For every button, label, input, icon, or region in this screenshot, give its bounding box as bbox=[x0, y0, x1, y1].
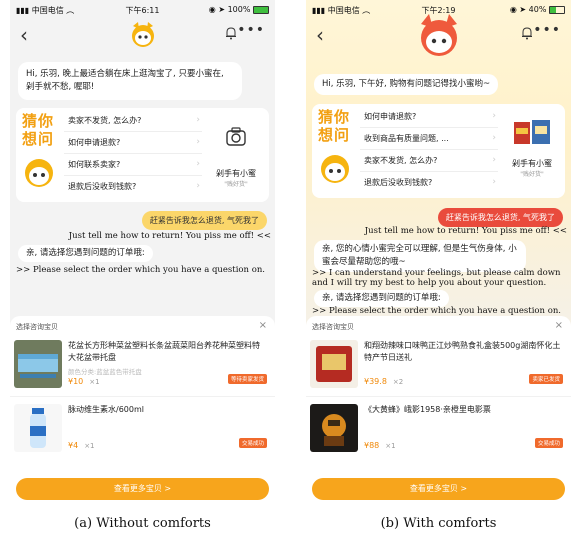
snack-gift-image bbox=[514, 120, 550, 144]
product-row[interactable]: 脉动维生素水/600ml ¥4 ×1 交易成功 bbox=[10, 400, 275, 456]
guess-card: 猜你想问 如何申请退款? › 收到商品有质量问题, ... › 卖家不发货, 怎么办… bbox=[312, 104, 565, 198]
product-row[interactable]: 花盆长方形种菜盆塑料长条盆蔬菜阳台养花种菜塑料特大花盆带托盘 颜色分类:蓝盆蓝色… bbox=[10, 336, 275, 392]
status-badge: 等待卖家发货 bbox=[227, 374, 267, 384]
status-badge: 交易成功 bbox=[238, 438, 267, 448]
bot-reply-bubble: 亲, 请选择您遇到问题的订单哦: bbox=[314, 290, 449, 307]
sheet-title: 选择咨询宝贝 bbox=[16, 323, 58, 331]
nav-bar: ‹ ••• bbox=[306, 14, 571, 56]
comfort-translation-line-1: >> I can understand your feelings, but p… bbox=[312, 268, 561, 278]
question-item[interactable]: 收到商品有质量问题, ... › bbox=[360, 128, 498, 150]
product-qty: ×2 bbox=[392, 378, 404, 386]
arrow-icon: › bbox=[492, 133, 496, 143]
product-name: 脉动维生素水/600ml bbox=[68, 405, 144, 414]
phone-screen-with-comforts: ▮▮▮ 中国电信 ︵ 下午2:19 ◉ ➤ 40% ‹ ••• Hi, 乐羽, … bbox=[306, 0, 571, 510]
arrow-icon: › bbox=[492, 111, 496, 121]
guess-title: 猜你想问 bbox=[22, 112, 55, 148]
user-message-bubble: 赶紧告诉我怎么退货, 气死我了 bbox=[437, 208, 563, 227]
bot-reply-bubble: 亲, 请选择您遇到问题的订单哦: bbox=[18, 245, 153, 262]
battery-icon bbox=[549, 5, 565, 14]
promo-label: 剁手有小蜜 bbox=[216, 169, 256, 178]
arrow-icon: › bbox=[492, 155, 496, 165]
battery-indicator: ◉ ➤ 100% bbox=[209, 5, 269, 14]
user-message-translation: Just tell me how to return! You piss me … bbox=[364, 226, 567, 236]
view-more-products-button[interactable]: 查看更多宝贝 > bbox=[312, 478, 565, 500]
product-name: 《大黄蜂》峨影1958·亲橙里电影票 bbox=[364, 405, 491, 414]
bell-icon[interactable] bbox=[225, 26, 237, 40]
back-icon[interactable]: ‹ bbox=[316, 23, 324, 47]
product-price: ¥39.8 ×2 bbox=[364, 377, 404, 386]
divider bbox=[10, 396, 275, 397]
question-item[interactable]: 退款后没收到钱款? › bbox=[360, 172, 498, 193]
bell-icon[interactable] bbox=[521, 26, 533, 40]
product-name: 和翔劲辣味口味鸭正江炒鸭熟食礼盒装500g湖南怀化土特产节日送礼 bbox=[364, 341, 561, 362]
question-item[interactable]: 如何申请退款? › bbox=[360, 106, 498, 128]
bot-reply-translation: >> Please select the order which you hav… bbox=[16, 265, 266, 275]
comfort-translation-line-2: and I will try my best to help you about… bbox=[312, 278, 547, 288]
product-row[interactable]: 和翔劲辣味口味鸭正江炒鸭熟食礼盒装500g湖南怀化土特产节日送礼 ¥39.8 ×2… bbox=[306, 336, 571, 392]
battery-icon bbox=[253, 5, 269, 14]
promo-label: 剁手有小蜜 bbox=[512, 159, 552, 168]
question-list: 卖家不发货, 怎么办? › 如何申请退款? › 如何联系卖家? › 退款后没收到钱款?… bbox=[64, 110, 202, 197]
question-item[interactable]: 如何申请退款? › bbox=[64, 132, 202, 154]
status-bar: ▮▮▮ 中国电信 ︵ 下午6:11 ◉ ➤ 100% bbox=[10, 0, 275, 18]
mascot-icon bbox=[25, 159, 53, 187]
close-icon[interactable]: × bbox=[259, 320, 267, 331]
guess-card: 猜你想问 卖家不发货, 怎么办? › 如何申请退款? › 如何联系卖家? › 退款后没… bbox=[16, 108, 269, 202]
mascot-icon bbox=[321, 155, 349, 183]
promo-tile[interactable]: 剁手有小蜜 "贱好货" bbox=[502, 110, 562, 178]
product-name: 花盆长方形种菜盆塑料长条盆蔬菜阳台养花种菜塑料特大花盆带托盘 bbox=[68, 341, 260, 362]
more-icon[interactable]: ••• bbox=[533, 22, 561, 38]
camera-icon bbox=[226, 127, 246, 146]
promo-sub: "贱好货" bbox=[224, 181, 248, 188]
question-list: 如何申请退款? › 收到商品有质量问题, ... › 卖家不发货, 怎么办? › 退款… bbox=[360, 106, 498, 193]
product-image bbox=[310, 404, 358, 452]
product-price: ¥4 ×1 bbox=[68, 441, 95, 450]
arrow-icon: › bbox=[196, 181, 200, 191]
promo-tile[interactable]: 剁手有小蜜 "贱好货" bbox=[206, 114, 266, 188]
user-message-bubble: 赶紧告诉我怎么退货, 气死我了 bbox=[141, 211, 267, 230]
product-qty: ×1 bbox=[385, 442, 396, 450]
arrow-icon: › bbox=[196, 159, 200, 169]
nav-bar: ‹ ••• bbox=[10, 18, 275, 52]
arrow-icon: › bbox=[196, 137, 200, 147]
question-item[interactable]: 退款后没收到钱款? › bbox=[64, 176, 202, 197]
status-badge: 卖家已发货 bbox=[529, 374, 563, 384]
question-item[interactable]: 卖家不发货, 怎么办? › bbox=[64, 110, 202, 132]
arrow-icon: › bbox=[492, 177, 496, 187]
question-item[interactable]: 如何联系卖家? › bbox=[64, 154, 202, 176]
product-qty: ×1 bbox=[84, 442, 95, 450]
product-qty: ×1 bbox=[89, 378, 100, 386]
product-image bbox=[14, 340, 62, 388]
close-icon[interactable]: × bbox=[555, 320, 563, 331]
product-row[interactable]: 《大黄蜂》峨影1958·亲橙里电影票 ¥88 ×1 交易成功 bbox=[306, 400, 571, 456]
caption-a: (a) Without comforts bbox=[74, 516, 211, 531]
caption-b: (b) With comforts bbox=[380, 516, 497, 531]
product-picker-sheet: 选择咨询宝贝 × 花盆长方形种菜盆塑料长条盆蔬菜阳台养花种菜塑料特大花盆带托盘 … bbox=[10, 316, 275, 510]
more-icon[interactable]: ••• bbox=[237, 22, 265, 38]
back-icon[interactable]: ‹ bbox=[20, 23, 28, 47]
sheet-title: 选择咨询宝贝 bbox=[312, 323, 354, 331]
user-message-translation: Just tell me how to return! You piss me … bbox=[68, 231, 271, 241]
product-picker-sheet: 选择咨询宝贝 × 和翔劲辣味口味鸭正江炒鸭熟食礼盒装500g湖南怀化土特产节日送… bbox=[306, 316, 571, 510]
product-price: ¥10 ×1 bbox=[68, 377, 100, 386]
view-more-products-button[interactable]: 查看更多宝贝 > bbox=[16, 478, 269, 500]
phone-screen-without-comforts: ▮▮▮ 中国电信 ︵ 下午6:11 ◉ ➤ 100% ‹ ••• Hi, 乐羽,… bbox=[10, 0, 275, 510]
divider bbox=[306, 396, 571, 397]
guess-title: 猜你想问 bbox=[318, 108, 351, 144]
arrow-icon: › bbox=[196, 115, 200, 125]
question-item[interactable]: 卖家不发货, 怎么办? › bbox=[360, 150, 498, 172]
product-image bbox=[14, 404, 62, 452]
product-image bbox=[310, 340, 358, 388]
status-badge: 交易成功 bbox=[534, 438, 563, 448]
battery-indicator: ◉ ➤ 40% bbox=[510, 5, 565, 14]
mascot-icon bbox=[131, 22, 154, 47]
greeting-bubble: Hi, 乐羽, 晚上最适合躺在床上逛淘宝了, 只要小蜜在, 剁手就不愁, 喔耶! bbox=[18, 62, 242, 100]
mascot-icon bbox=[420, 14, 457, 56]
product-variant: 颜色分类:蓝盆蓝色带托盘 bbox=[68, 368, 142, 376]
greeting-bubble: Hi, 乐羽, 下午好, 购物有问题记得找小蜜哟~ bbox=[314, 74, 499, 95]
bot-reply-translation: >> Please select the order which you hav… bbox=[312, 306, 562, 316]
promo-sub: "贱好货" bbox=[520, 171, 544, 178]
product-price: ¥88 ×1 bbox=[364, 441, 396, 450]
